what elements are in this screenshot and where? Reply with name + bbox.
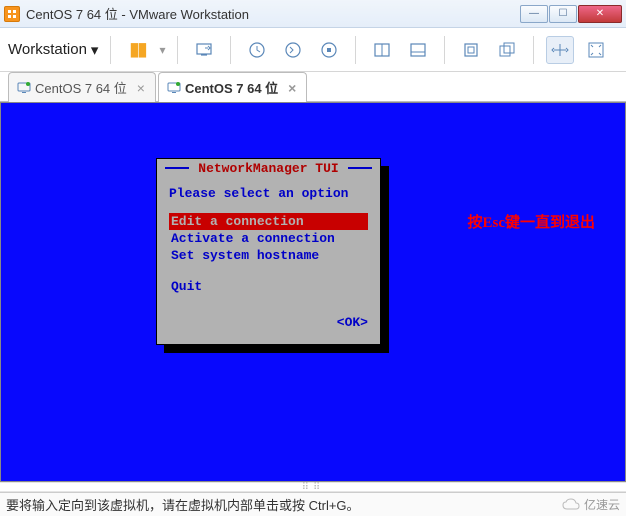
snapshot-revert-icon[interactable] (279, 36, 307, 64)
cloud-icon (562, 498, 580, 512)
resize-grip[interactable]: ⠿⠿ (0, 482, 626, 492)
vmware-logo-icon (4, 6, 20, 22)
grip-icon: ⠿⠿ (302, 482, 325, 493)
tab-bar: CentOS 7 64 位 × CentOS 7 64 位 × (0, 72, 626, 102)
window-titlebar: CentOS 7 64 位 - VMware Workstation — ☐ ✕ (0, 0, 626, 28)
stretch-icon[interactable] (546, 36, 574, 64)
maximize-button[interactable]: ☐ (549, 5, 577, 23)
tui-ok-button[interactable]: <OK> (169, 315, 368, 330)
tab-label: CentOS 7 64 位 (35, 78, 127, 97)
unity-icon[interactable] (493, 36, 521, 64)
minimize-button[interactable]: — (520, 5, 548, 23)
window-title: CentOS 7 64 位 - VMware Workstation (26, 4, 520, 23)
tui-title: NetworkManager TUI (194, 161, 342, 176)
tui-prompt: Please select an option (169, 186, 368, 201)
watermark: 亿速云 (562, 496, 620, 513)
tab-label: CentOS 7 64 位 (185, 78, 278, 97)
view-single-icon[interactable] (368, 36, 396, 64)
fullscreen-icon[interactable] (457, 36, 485, 64)
tui-dialog: NetworkManager TUI Please select an opti… (156, 158, 381, 345)
view-thumbnail-icon[interactable] (404, 36, 432, 64)
workstation-menu[interactable]: Workstation ▾ (8, 41, 98, 59)
send-input-icon[interactable] (190, 36, 218, 64)
close-button[interactable]: ✕ (578, 5, 622, 23)
enter-fullscreen-icon[interactable] (582, 36, 610, 64)
chevron-down-icon[interactable]: ▾ (159, 43, 165, 57)
toolbar: Workstation ▾ ▮▮ ▾ (0, 28, 626, 72)
close-tab-icon[interactable]: × (137, 80, 145, 96)
snapshot-icon[interactable] (243, 36, 271, 64)
annotation-text: 按Esc键一直到退出 (467, 211, 595, 232)
tui-item-activate-connection[interactable]: Activate a connection (169, 230, 368, 247)
chevron-down-icon: ▾ (91, 41, 99, 59)
status-bar: 要将输入定向到该虚拟机，请在虚拟机内部单击或按 Ctrl+G。 亿速云 (0, 492, 626, 516)
pause-button[interactable]: ▮▮ (123, 36, 151, 64)
snapshot-manager-icon[interactable] (315, 36, 343, 64)
vm-console[interactable]: 按Esc键一直到退出 NetworkManager TUI Please sel… (0, 102, 626, 482)
workstation-menu-label: Workstation (8, 41, 87, 58)
tui-item-set-hostname[interactable]: Set system hostname (169, 247, 368, 264)
tab-vm-active[interactable]: CentOS 7 64 位 × (158, 72, 307, 102)
tui-item-edit-connection[interactable]: Edit a connection (169, 213, 368, 230)
close-tab-icon[interactable]: × (288, 80, 296, 96)
vm-icon (17, 81, 31, 95)
status-hint: 要将输入定向到该虚拟机，请在虚拟机内部单击或按 Ctrl+G。 (6, 495, 360, 514)
tab-vm-inactive[interactable]: CentOS 7 64 位 × (8, 72, 156, 102)
tui-item-quit[interactable]: Quit (169, 278, 368, 295)
watermark-text: 亿速云 (584, 496, 620, 513)
vm-icon (167, 81, 181, 95)
